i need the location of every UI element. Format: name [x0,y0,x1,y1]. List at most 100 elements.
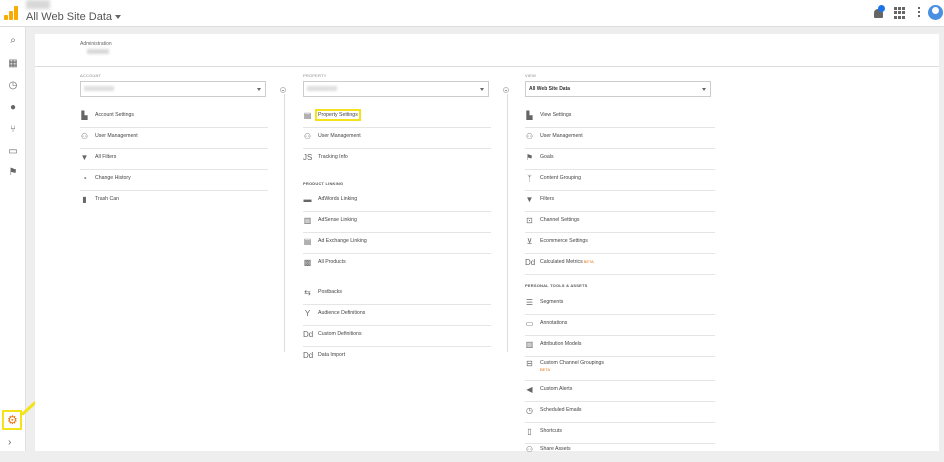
content-grouping-item[interactable]: ᛉ Content Grouping [525,170,715,191]
goals-item[interactable]: ⚑ Goals [525,149,715,170]
view-selector-value: All Web Site Data [529,86,571,92]
building-icon: ▙ [81,111,88,120]
chevron-right-icon[interactable]: › [8,437,11,448]
bars-icon: ▥ [525,340,534,349]
chevron-down-icon [257,88,261,91]
breadcrumb-account-redacted [87,49,109,54]
apps-grid-icon[interactable] [894,7,906,19]
view-label: VIEW [525,73,537,78]
filter-icon: ▼ [525,195,534,204]
data-import-item[interactable]: Dd Data Import [303,347,491,368]
gear-icon: ⚙ [7,413,18,427]
person-icon[interactable]: ● [7,102,19,114]
all-products-item[interactable]: ▩ All Products [303,254,491,275]
account-avatar[interactable] [928,5,943,20]
breadcrumb: Administration [80,41,112,47]
trash-icon: ▮ [82,195,87,204]
column-divider [507,94,508,352]
property-column: PROPERTY ▤ Property Settings ⚇ User Manage… [303,73,491,360]
js-icon: JS [303,153,313,162]
annotations-item[interactable]: ▭ Annotations [525,315,715,336]
adwords-icon: ▬ [303,195,312,204]
alarm-icon: ◷ [526,406,533,415]
property-label: PROPERTY [303,73,327,78]
adexchange-icon: ▤ [303,237,312,246]
all-filters-item[interactable]: ▼ All Filters [80,149,268,170]
adsense-linking-item[interactable]: ▥ AdSense Linking [303,212,491,233]
caret-down-icon [115,15,122,20]
view-selector-dropdown[interactable]: All Web Site Data [525,81,711,97]
adsense-icon: ▥ [303,216,312,225]
people-icon: ⚇ [525,132,534,141]
postback-icon: ⇆ [304,288,311,297]
left-nav-rail: ⌕ ▦ ◷ ● ⑂ ▭ ⚑ ⚙ › [0,27,26,451]
shortcut-icon: ▯ [527,427,532,436]
account-column: ACCOUNT ▙ Account Settings ⚇ User Manageme… [80,73,268,204]
admin-gear-button[interactable]: ⚙ [2,410,22,430]
dd-icon: Dd [303,330,314,339]
trash-can-item[interactable]: ▮ Trash Can [80,191,268,212]
history-icon: ◔ [82,174,87,183]
dd-icon: Dd [303,351,314,360]
more-vert-icon[interactable] [913,7,925,19]
filter-icon: ▼ [80,153,89,162]
view-settings-item[interactable]: ▙ View Settings [525,107,715,128]
megaphone-icon: ◀ [526,385,533,394]
property-selector[interactable] [303,81,489,97]
search-icon[interactable]: ⌕ [7,35,19,47]
custom-channel-groupings-item[interactable]: ⊟ Custom Channel Groupings BETA [525,355,715,381]
analytics-logo-icon[interactable] [4,6,18,20]
product-linking-label: PRODUCT LINKING [303,181,344,186]
clock-icon[interactable]: ◷ [7,80,19,92]
connector-icon [280,87,286,93]
chevron-down-icon [702,88,706,91]
postbacks-item[interactable]: ⇆ Postbacks [303,284,491,305]
change-history-item[interactable]: ◔ Change History [80,170,268,191]
display-icon[interactable]: ▭ [7,146,19,158]
dashboard-icon[interactable]: ▦ [7,58,19,70]
ecommerce-settings-item[interactable]: ⊻ Ecommerce Settings [525,233,715,254]
scheduled-emails-item[interactable]: ◷ Scheduled Emails [525,402,715,423]
account-user-management-item[interactable]: ⚇ User Management [80,128,268,149]
view-user-management-item[interactable]: ⚇ User Management [525,128,715,149]
view-column: VIEW All Web Site Data ▙ View Settings ⚇ U… [525,73,715,454]
segments-item[interactable]: ☰ Segments [525,294,715,315]
account-settings-item[interactable]: ▙ Account Settings [80,107,268,128]
account-label: ACCOUNT [80,73,102,78]
custom-alerts-item[interactable]: ◀ Custom Alerts [525,381,715,402]
filters-item[interactable]: ▼ Filters [525,191,715,212]
cart-icon: ⊻ [526,237,533,246]
flag-icon: ⚑ [525,153,534,162]
channel-icon: ⊡ [526,216,533,225]
attribution-models-item[interactable]: ▥ Attribution Models [525,336,715,357]
people-icon: ⚇ [303,132,312,141]
bell-icon[interactable] [873,5,885,19]
adwords-linking-item[interactable]: ▬ AdWords Linking [303,191,491,212]
audience-definitions-item[interactable]: Y Audience Definitions [303,305,491,326]
beta-badge: BETA [540,367,551,372]
personal-tools-label: PERSONAL TOOLS & ASSETS [525,283,588,288]
audience-icon: Y [304,309,311,318]
chevron-down-icon [480,88,484,91]
branch-icon[interactable]: ⑂ [7,124,19,136]
grouping-icon: ᛉ [527,174,532,183]
view-selector-label: All Web Site Data [26,11,113,23]
dd-icon: Dd [525,258,536,267]
flag-icon[interactable]: ⚑ [7,167,19,179]
account-selector[interactable] [80,81,266,97]
property-user-management-item[interactable]: ⚇ User Management [303,128,491,149]
annotation-icon: ▭ [525,319,534,328]
custom-definitions-item[interactable]: Dd Custom Definitions [303,326,491,347]
tracking-info-item[interactable]: JS Tracking Info [303,149,491,170]
channel-settings-item[interactable]: ⊡ Channel Settings [525,212,715,233]
share-assets-item[interactable]: ⚇ Share Assets [525,441,715,462]
beta-badge: BETA [583,259,594,264]
view-selector[interactable]: All Web Site Data [26,11,122,23]
segments-icon: ☰ [525,298,534,307]
connector-icon [503,87,509,93]
products-icon: ▩ [303,258,312,267]
calculated-metrics-item[interactable]: Dd Calculated MetricsBETA [525,254,715,275]
property-settings-item[interactable]: ▤ Property Settings [303,107,491,128]
adexchange-linking-item[interactable]: ▤ Ad Exchange Linking [303,233,491,254]
window-icon: ▤ [303,111,312,120]
